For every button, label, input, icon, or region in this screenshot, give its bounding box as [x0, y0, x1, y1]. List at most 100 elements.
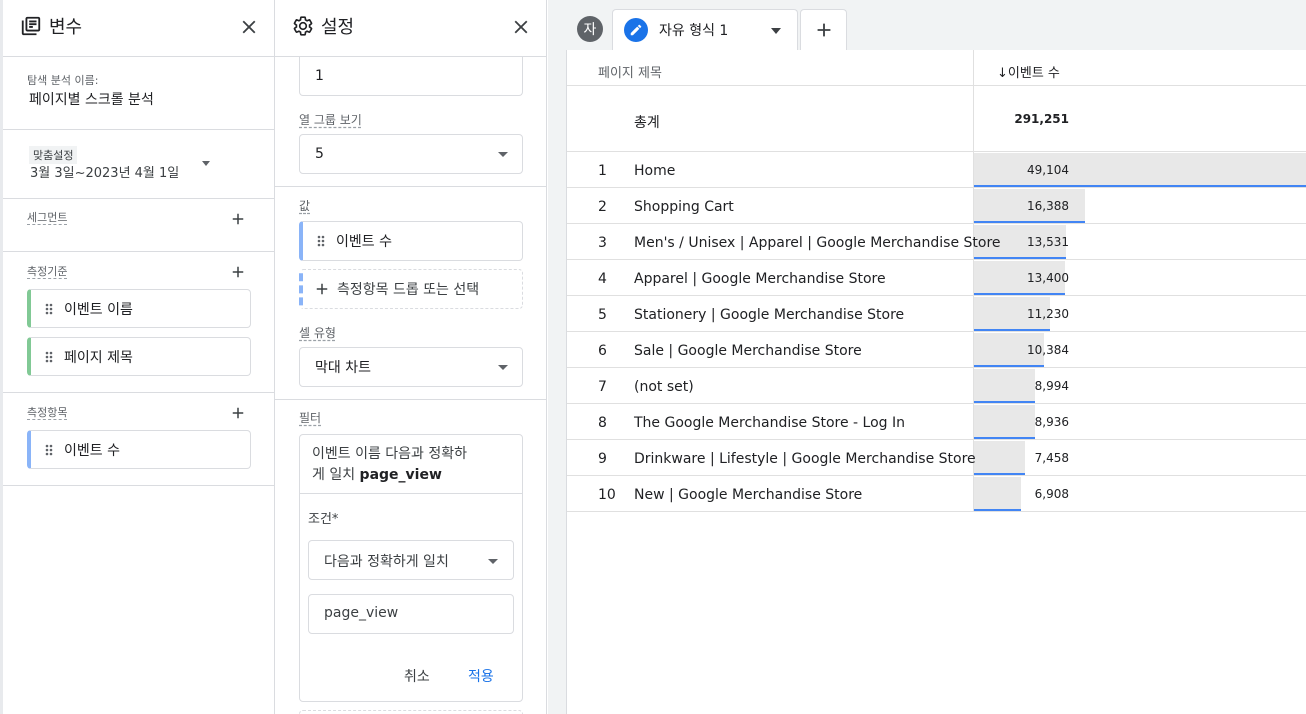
cell-type-select[interactable]: 막대 차트 — [299, 347, 523, 387]
value-chip-label: 이벤트 수 — [336, 234, 392, 250]
row-index: 10 — [598, 487, 616, 503]
column-group-select[interactable]: 5 — [299, 134, 523, 174]
table-row[interactable]: 4 Apparel | Google Merchandise Store 13,40… — [567, 260, 1306, 296]
tab-bar: 자 자유 형식 1 — [548, 0, 1306, 50]
plus-icon — [817, 23, 830, 37]
drop-metric-target[interactable]: 측정항목 드롭 또는 선택 — [299, 269, 523, 309]
add-segment-icon[interactable] — [229, 210, 247, 228]
dropdown-caret-icon — [488, 559, 498, 564]
add-dimension-icon[interactable] — [229, 263, 247, 281]
row-event-count: 6,908 — [1034, 487, 1069, 501]
variables-icon — [21, 16, 41, 36]
dimension-chip-page-title[interactable]: 페이지 제목 — [27, 337, 251, 376]
total-label: 총계 — [634, 115, 660, 131]
row-event-count: 8,994 — [1034, 379, 1069, 393]
row-index: 4 — [598, 271, 607, 287]
start-row-value: 1 — [315, 67, 324, 84]
close-settings-icon[interactable] — [510, 16, 532, 38]
row-index: 5 — [598, 307, 607, 323]
condition-label: 조건* — [308, 512, 339, 527]
value-chip-event-count[interactable]: 이벤트 수 — [299, 221, 523, 261]
table-row[interactable]: 5 Stationery | Google Merchandise Store 11… — [567, 296, 1306, 332]
row-event-count: 16,388 — [1027, 199, 1069, 213]
add-tab-button[interactable] — [800, 9, 847, 50]
condition-input[interactable]: page_view — [308, 594, 514, 634]
freeform-table: 페이지 제목 ↓이벤트 수 총계 291,251 1 Home 49,104 2 Sho… — [566, 50, 1306, 714]
row-event-count: 7,458 — [1034, 451, 1069, 465]
filter-summary[interactable]: 이벤트 이름 다음과 정확하 게 일치 page_view — [300, 435, 522, 494]
column-group-label: 열 그룹 보기 — [299, 113, 362, 127]
exploration-name-label: 탐색 분석 이름: — [27, 74, 99, 87]
close-variables-icon[interactable] — [238, 16, 260, 38]
add-metric-icon[interactable] — [229, 404, 247, 422]
drag-handle-icon[interactable] — [45, 303, 53, 315]
table-row[interactable]: 8 The Google Merchandise Store - Log In 8,… — [567, 404, 1306, 440]
condition-value: 다음과 정확하게 일치 — [324, 554, 449, 570]
row-page-title: New | Google Merchandise Store — [634, 487, 863, 503]
gear-icon — [293, 16, 313, 36]
dropdown-caret-icon — [498, 152, 508, 157]
metric-chip-label: 이벤트 수 — [64, 442, 120, 459]
column-header-label: 이벤트 수 — [1007, 66, 1060, 81]
table-row[interactable]: 2 Shopping Cart 16,388 — [567, 188, 1306, 224]
table-row[interactable]: 3 Men's / Unisex | Apparel | Google Merch… — [567, 224, 1306, 260]
dimensions-label: 측정기준 — [27, 265, 68, 278]
sort-desc-icon: ↓ — [997, 66, 1008, 81]
row-event-count: 8,936 — [1034, 415, 1069, 429]
drop-metric-label: 측정항목 드롭 또는 선택 — [337, 282, 480, 298]
table-row[interactable]: 9 Drinkware | Lifestyle | Google Merchand… — [567, 440, 1306, 476]
segments-label: 세그먼트 — [27, 211, 68, 224]
drag-handle-icon[interactable] — [45, 351, 53, 363]
apply-button[interactable]: 적용 — [468, 666, 494, 686]
variables-panel: 변수 탐색 분석 이름: 페이지별 스크롤 분석 맞춤설정 3월 3일~2023… — [0, 0, 275, 714]
values-label: 값 — [299, 199, 311, 213]
row-index: 7 — [598, 379, 607, 395]
tab-dropdown-icon[interactable] — [771, 28, 781, 34]
settings-title: 설정 — [321, 17, 355, 38]
row-event-count: 13,531 — [1027, 235, 1069, 249]
dimension-chip-label: 페이지 제목 — [64, 349, 133, 366]
dimension-chip-event-name[interactable]: 이벤트 이름 — [27, 289, 251, 328]
tab-label: 자유 형식 1 — [659, 23, 729, 39]
row-page-title: Apparel | Google Merchandise Store — [634, 271, 886, 287]
table-row[interactable]: 1 Home 49,104 — [567, 152, 1306, 188]
row-event-count: 10,384 — [1027, 343, 1069, 357]
row-page-title: Drinkware | Lifestyle | Google Merchandi… — [634, 451, 976, 467]
column-header-event-count[interactable]: ↓이벤트 수 — [997, 62, 1060, 81]
metric-chip-event-count[interactable]: 이벤트 수 — [27, 430, 251, 469]
condition-input-value: page_view — [324, 605, 399, 621]
row-event-count: 13,400 — [1027, 271, 1069, 285]
date-range[interactable]: 3월 3일~2023년 4월 1일 — [30, 162, 179, 181]
filter-card: 이벤트 이름 다음과 정확하 게 일치 page_view 조건* 다음과 정확… — [299, 434, 523, 702]
cell-type-value: 막대 차트 — [315, 360, 371, 376]
column-header-page-title[interactable]: 페이지 제목 — [598, 62, 662, 81]
variables-header: 변수 — [3, 0, 274, 57]
tab-freeform-1[interactable]: 자유 형식 1 — [612, 9, 798, 50]
table-row[interactable]: 6 Sale | Google Merchandise Store 10,384 — [567, 332, 1306, 368]
user-avatar[interactable]: 자 — [577, 16, 603, 42]
cancel-button[interactable]: 취소 — [404, 666, 430, 686]
settings-title-group: 설정 — [292, 13, 354, 39]
filter-summary-prefix: 게 일치 — [312, 467, 360, 483]
table-row[interactable]: 10 New | Google Merchandise Store 6,908 — [567, 476, 1306, 512]
filter-summary-line2: 게 일치 page_view — [312, 465, 510, 486]
total-value: 291,251 — [1014, 112, 1069, 126]
row-page-title: Home — [634, 163, 676, 179]
row-index: 8 — [598, 415, 607, 431]
filter-summary-line1: 이벤트 이름 다음과 정확하 — [312, 446, 468, 462]
row-index: 1 — [598, 163, 607, 179]
row-event-count: 49,104 — [1027, 163, 1069, 177]
drag-handle-icon[interactable] — [45, 444, 53, 456]
date-range-dropdown-icon[interactable] — [202, 161, 210, 166]
filter-label: 필터 — [299, 411, 322, 425]
edit-pencil-icon — [624, 18, 648, 42]
row-index: 6 — [598, 343, 607, 359]
drag-handle-icon[interactable] — [317, 235, 325, 247]
filter-summary-value: page_view — [359, 467, 442, 483]
table-row[interactable]: 7 (not set) 8,994 — [567, 368, 1306, 404]
row-page-title: The Google Merchandise Store - Log In — [634, 415, 906, 431]
exploration-name[interactable]: 페이지별 스크롤 분석 — [29, 89, 154, 109]
condition-select[interactable]: 다음과 정확하게 일치 — [308, 540, 514, 580]
start-row-input[interactable]: 1 — [299, 56, 523, 96]
dropdown-caret-icon — [498, 365, 508, 370]
